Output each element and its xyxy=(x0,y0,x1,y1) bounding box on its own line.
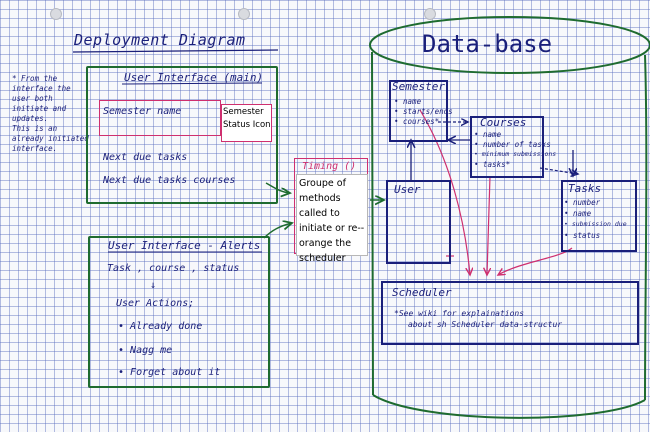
arrow-tasks-to-scheduler xyxy=(498,247,573,275)
semester-field: • courses* xyxy=(394,117,440,126)
user-action-label: Already done xyxy=(130,321,203,332)
semester-name-label: Semester name xyxy=(103,106,182,117)
semester-field-label: courses* xyxy=(403,117,440,126)
scheduler-note-line: *See wiki for explainations xyxy=(394,309,525,318)
next-due-tasks-courses: Next due tasks courses xyxy=(103,175,236,186)
note-line: user both xyxy=(12,94,53,103)
courses-field: • name xyxy=(474,130,502,139)
title-underline xyxy=(72,49,279,53)
courses-field-label: number of tasks xyxy=(483,140,551,149)
interface-note: * From the interface the user both initi… xyxy=(12,74,89,154)
tasks-field: • number xyxy=(564,198,601,207)
page-title: Deployment Diagram xyxy=(74,31,246,49)
tasks-field-label: number xyxy=(573,198,601,207)
user-action-item: • Already done xyxy=(118,321,203,332)
arrow-courses-to-scheduler xyxy=(487,175,490,275)
database-cylinder-left xyxy=(371,51,374,396)
down-arrow-icon: ↓ xyxy=(150,280,157,291)
tasks-title: Tasks xyxy=(568,182,602,195)
user-title: User xyxy=(394,183,421,196)
courses-field: • number of tasks xyxy=(474,140,551,149)
ui-alerts-title: User Interface - Alerts xyxy=(108,239,261,252)
note-line: This is an xyxy=(12,124,58,133)
semester-field-label: name xyxy=(403,97,422,106)
courses-field: • tasks* xyxy=(474,160,511,169)
courses-title: Courses xyxy=(480,116,527,129)
semester-field-label: starts/ends xyxy=(403,107,453,116)
database-cylinder-right xyxy=(644,54,648,401)
user-action-label: Forget about it xyxy=(130,367,221,378)
courses-field-label: name xyxy=(483,130,502,139)
note-line: updates. xyxy=(12,114,49,123)
next-due-tasks: Next due tasks xyxy=(103,152,188,163)
semester-field: • starts/ends xyxy=(394,107,453,116)
semester-title: Semester xyxy=(392,80,445,93)
note-line: initiate and xyxy=(12,104,67,113)
user-action-label: Nagg me xyxy=(130,345,173,356)
database-title: Data-base xyxy=(422,30,553,58)
courses-field-label: minimum submissions xyxy=(481,150,557,158)
ui-main-title: User Interface (main) xyxy=(124,71,264,84)
tasks-field: • name xyxy=(564,209,592,218)
note-line: already initiated xyxy=(12,134,89,143)
scheduler-note-line: about sh Scheduler data-structur xyxy=(408,320,563,329)
timing-description: Groupe of methods called to initiate or … xyxy=(296,174,368,264)
arrow-courses-to-tasks xyxy=(539,167,578,174)
semester-status-icon-label: Semester Status Icon xyxy=(223,107,271,130)
timing-title: Timing () xyxy=(302,161,357,172)
user-action-item: • Forget about it xyxy=(118,367,221,378)
courses-field: • minimum submissions xyxy=(474,150,557,158)
note-line: * From the xyxy=(12,74,58,83)
user-action-item: • Nagg me xyxy=(118,345,173,356)
database-cylinder-bottom xyxy=(372,394,646,419)
tasks-field: • status xyxy=(564,231,601,240)
tasks-field-label: submission due xyxy=(571,220,627,228)
ui-alerts-line: Task , course , status xyxy=(107,263,240,274)
scheduler-title: Scheduler xyxy=(392,286,452,299)
semester-field: • name xyxy=(394,97,422,106)
note-line: interface the xyxy=(12,84,71,93)
courses-field-label: tasks* xyxy=(483,160,511,169)
user-actions-title: User Actions; xyxy=(116,298,195,309)
ui-alerts-box xyxy=(88,236,270,388)
tasks-field: • submission due xyxy=(564,220,627,228)
tasks-field-label: name xyxy=(573,209,592,218)
note-line: interface. xyxy=(12,144,58,153)
graph-paper-background: Deployment Diagram Data-base * From the … xyxy=(0,0,650,432)
tasks-field-label: status xyxy=(573,231,601,240)
